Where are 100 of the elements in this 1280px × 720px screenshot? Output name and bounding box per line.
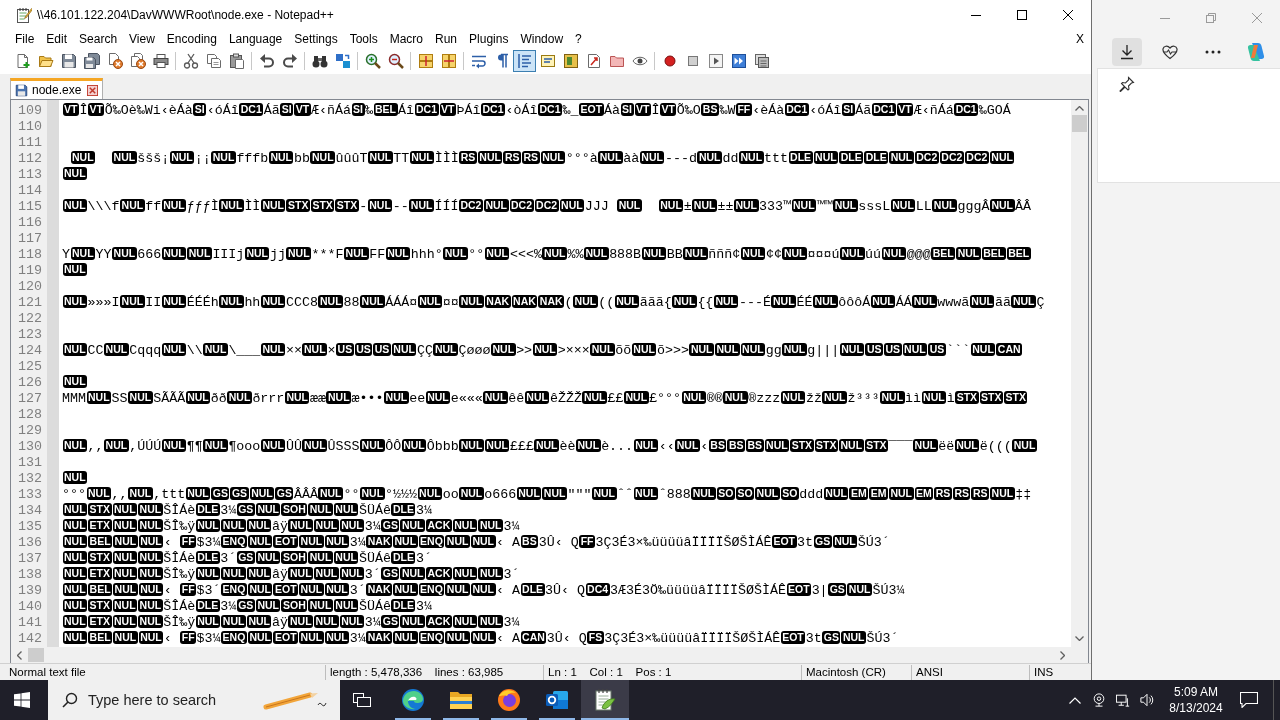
code-text: ŠÜÁê [358, 503, 391, 518]
control-char-marker: DC4 [585, 583, 610, 596]
menu-item[interactable]: Settings [288, 30, 344, 48]
file-tab[interactable]: node.exe [10, 78, 104, 99]
code-text: °°° [62, 487, 86, 502]
fast-forward-icon [730, 53, 747, 69]
taskbar-button[interactable] [581, 680, 629, 720]
code-text: 666 [137, 247, 162, 262]
pin-icon[interactable] [1119, 76, 1135, 92]
webcam-icon[interactable] [1092, 693, 1106, 707]
control-char-marker: STX [88, 503, 112, 516]
menu-item[interactable]: Plugins [463, 30, 515, 48]
control-char-marker: NUL [534, 439, 560, 452]
code-text: Áî [398, 103, 415, 118]
control-char-marker: NUL [782, 343, 807, 356]
start-icon[interactable] [14, 692, 30, 708]
menu-item[interactable]: Encoding [160, 30, 223, 48]
code-text: ¤¤¤ú [807, 247, 840, 262]
line-number: 110 [17, 119, 43, 135]
close-document-button[interactable]: X [1074, 32, 1086, 46]
redo-icon [281, 53, 298, 69]
menu-item[interactable]: Tools [343, 30, 384, 48]
code-text: YY [95, 247, 112, 262]
control-char-marker: ENQ [221, 535, 247, 548]
network-icon[interactable] [1116, 693, 1130, 707]
control-char-marker: NUL [870, 295, 896, 308]
line-number: 132 [17, 471, 43, 487]
code-text: ¯¯¯ [888, 439, 913, 454]
search-field[interactable]: Type here to search [88, 689, 238, 711]
code-text: \\ [186, 343, 203, 358]
caret-right-icon[interactable] [1060, 650, 1065, 660]
scrollbar-thumb[interactable] [28, 648, 44, 662]
control-char-marker: SI [280, 103, 294, 116]
control-char-marker: NUL [299, 535, 324, 548]
code-text: Ç [1036, 295, 1045, 310]
clock-time[interactable]: 5:09 AM [1174, 684, 1218, 700]
control-char-marker: NUL [385, 247, 411, 260]
code-text: ûûûT [335, 151, 368, 166]
control-char-marker: NUL [219, 295, 244, 308]
menu-item[interactable]: Language [222, 30, 289, 48]
maximize-icon[interactable] [1017, 10, 1027, 20]
control-char-marker: NUL [445, 631, 470, 644]
menu-item[interactable]: Window [514, 30, 570, 48]
clock-date[interactable]: 8/13/2024 [1169, 700, 1223, 716]
control-char-marker: NUL [823, 487, 849, 500]
chevron-up-icon[interactable] [1069, 696, 1081, 704]
task-view-icon[interactable] [353, 693, 371, 707]
code-text: ãã [994, 295, 1011, 310]
menu-item[interactable]: ? [569, 30, 588, 48]
flame-globe-icon [497, 688, 521, 712]
caret-down-icon[interactable] [1075, 636, 1084, 641]
control-char-marker: NUL [822, 391, 847, 404]
menu-item[interactable]: Edit [40, 30, 74, 48]
search-box[interactable]: Type here to search [48, 680, 340, 720]
code-text: ‹èÁà [752, 103, 785, 118]
code-text: ,ÚÚÚ [129, 439, 162, 454]
code-text: ‰GOÁ [978, 103, 1011, 118]
scrollbar-thumb[interactable] [1072, 115, 1087, 132]
control-char-marker: NUL [591, 487, 617, 500]
download-icon [1119, 43, 1135, 60]
menu-item[interactable]: File [9, 30, 41, 48]
notification-icon[interactable] [1240, 692, 1258, 708]
code-text: ƒƒƒÌ [186, 199, 219, 214]
control-char-marker: NUL [260, 343, 286, 356]
control-char-marker: NUL [288, 567, 314, 580]
control-char-marker: ACK [426, 519, 452, 532]
control-char-marker: EM [914, 487, 934, 500]
menu-item[interactable]: View [123, 30, 161, 48]
caret-left-icon[interactable] [17, 650, 22, 660]
horizontal-scrollbar[interactable] [11, 647, 1088, 663]
vertical-scrollbar[interactable] [1071, 100, 1088, 647]
code-text: âÿ [272, 567, 288, 582]
control-char-marker: NUL [62, 535, 88, 548]
control-char-marker: NUL [417, 487, 443, 500]
control-char-marker: NUL [989, 151, 1015, 164]
control-char-marker: BS [746, 439, 764, 452]
code-text: @@@ [906, 247, 931, 262]
close-icon[interactable] [1063, 10, 1073, 20]
control-char-marker: ENQ [418, 631, 445, 644]
control-char-marker: BEL [981, 247, 1006, 260]
control-char-marker: NUL [393, 631, 418, 644]
caret-up-icon[interactable] [1075, 106, 1084, 111]
restore-icon[interactable] [1206, 12, 1216, 23]
speaker-icon[interactable] [1140, 693, 1154, 707]
code-text: ¶ooo [228, 439, 261, 454]
menu-item[interactable]: Search [73, 30, 124, 48]
control-char-marker: NUL [318, 487, 343, 500]
menu-item[interactable]: Macro [383, 30, 429, 48]
control-char-marker: NUL [113, 535, 138, 548]
code-text: $3´ [196, 583, 221, 598]
control-char-marker: NUL [452, 615, 478, 628]
control-char-marker: NUL [813, 295, 838, 308]
browser-toolbar-button[interactable] [1112, 37, 1142, 66]
control-char-marker: RS [503, 151, 522, 164]
control-char-marker: NUL [633, 487, 659, 500]
control-char-marker: NUL [739, 151, 764, 164]
menu-item[interactable]: Run [429, 30, 464, 48]
control-char-marker: NUL [86, 391, 112, 404]
control-char-marker: NUL [573, 295, 598, 308]
code-text: ææ [309, 391, 326, 406]
